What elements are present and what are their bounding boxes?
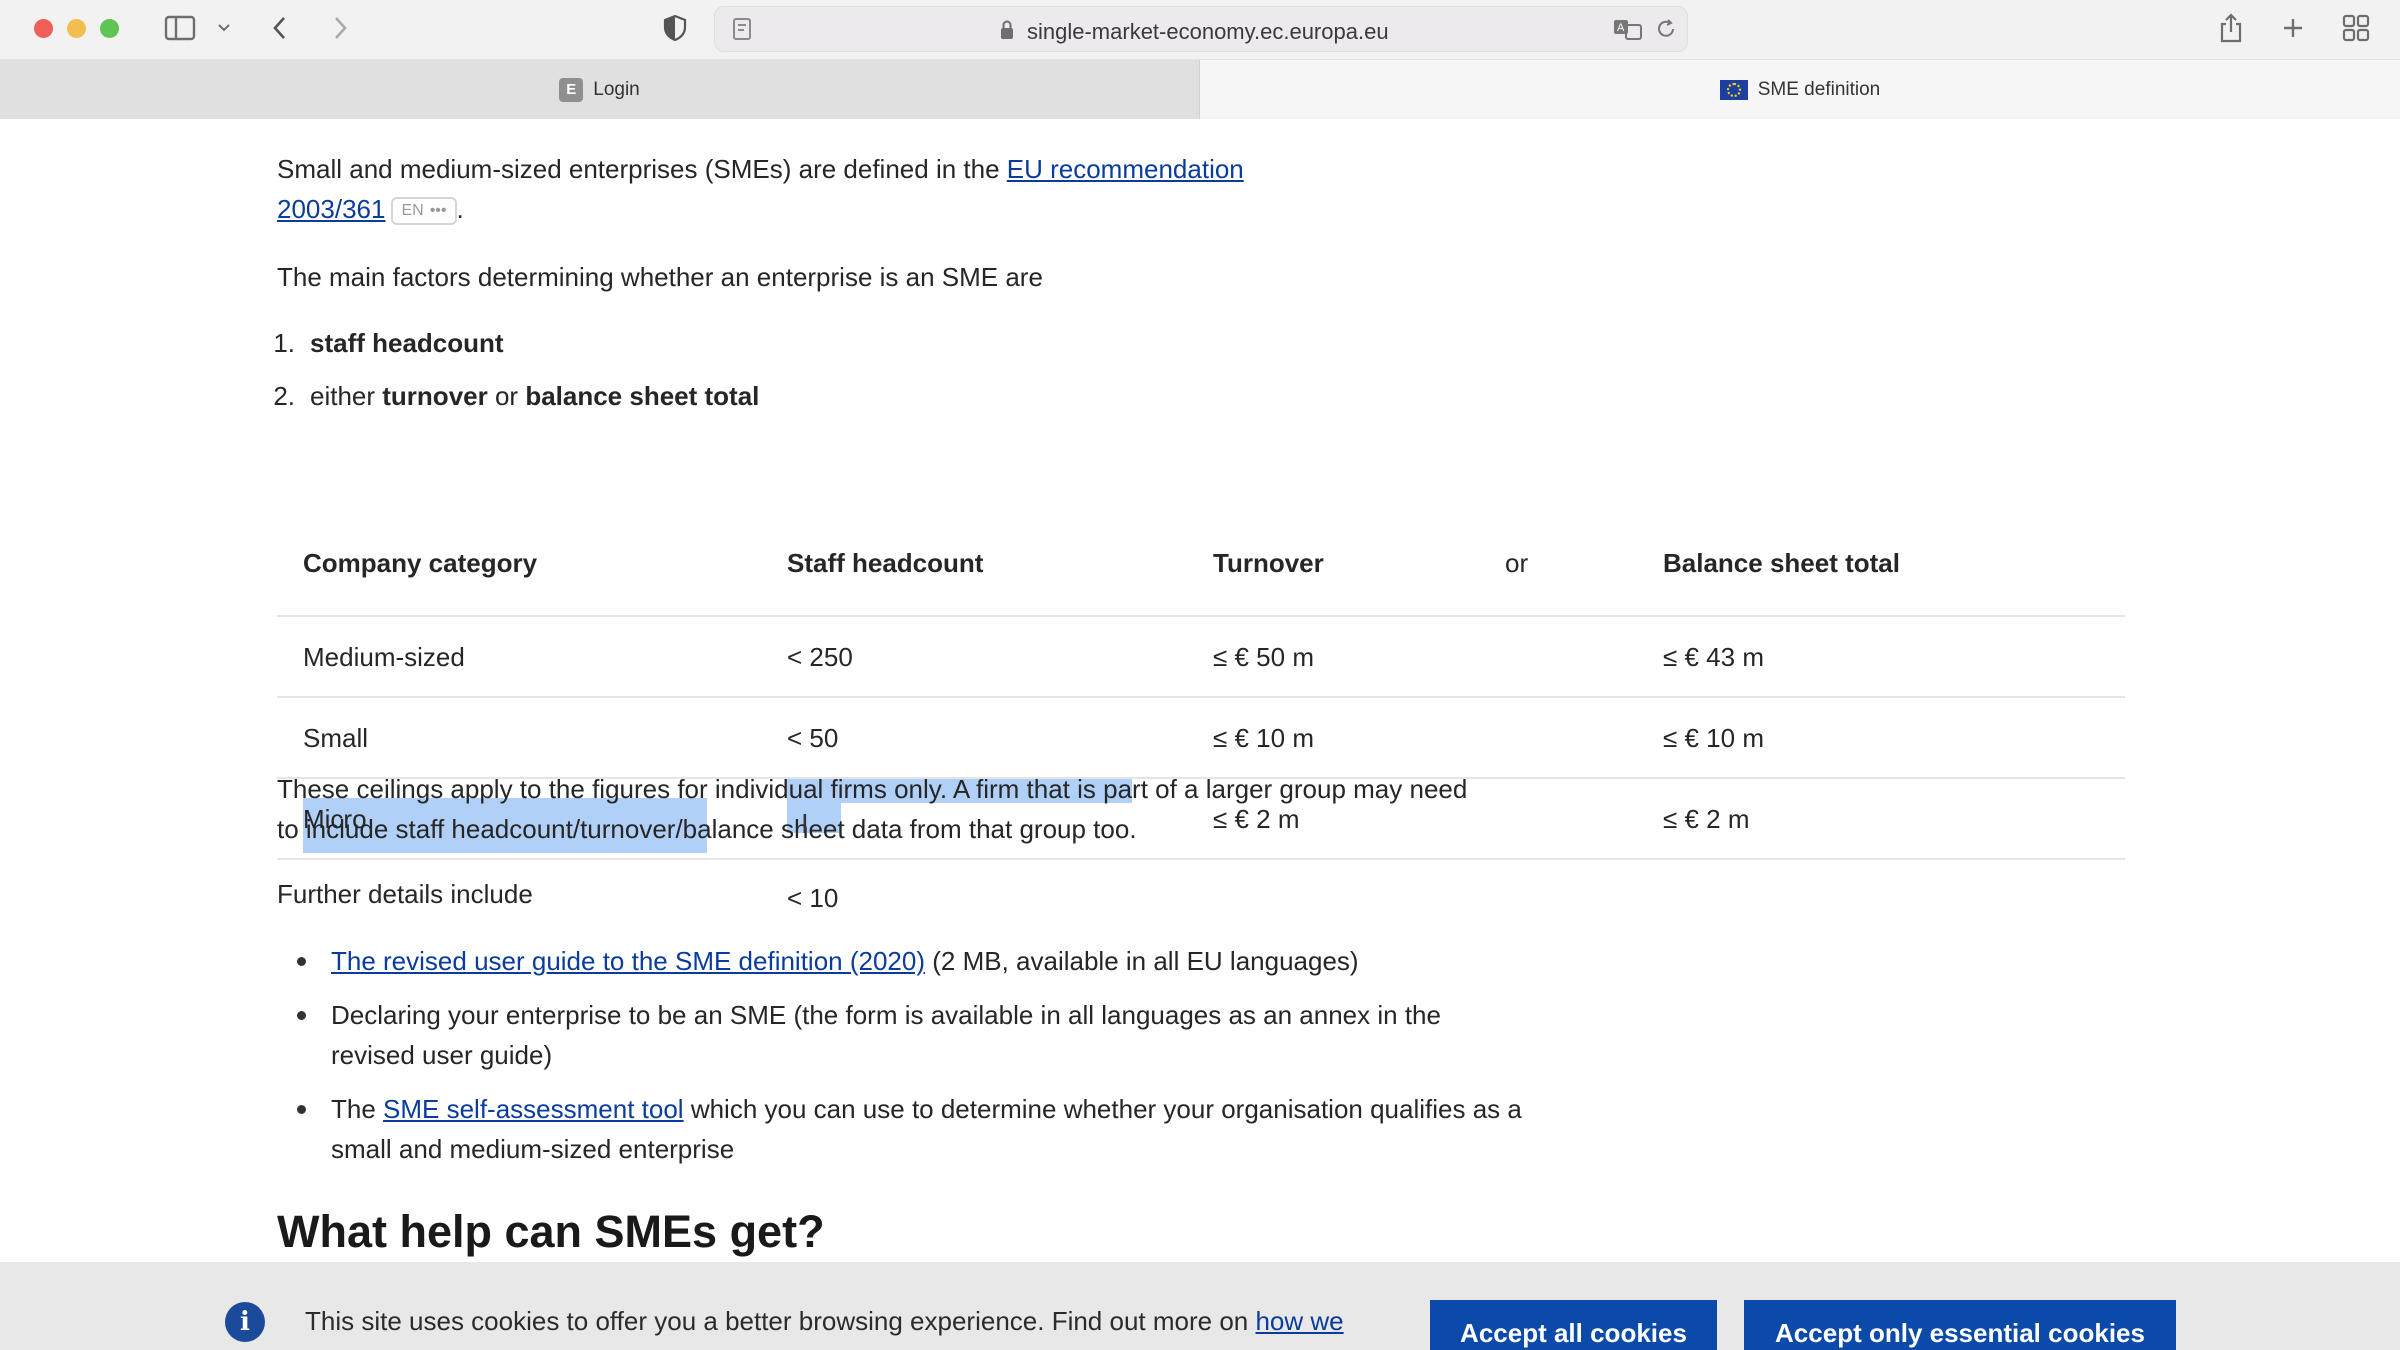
svg-text:A: A — [1617, 22, 1625, 34]
list-item-text: The — [331, 1094, 384, 1124]
reload-icon[interactable] — [1653, 13, 1679, 45]
list-number: 1. — [273, 328, 295, 358]
column-header: Staff headcount — [787, 548, 984, 578]
self-assessment-tool-link[interactable]: SME self-assessment tool — [383, 1094, 684, 1124]
zoom-window-button[interactable] — [100, 19, 119, 38]
intro-text: Small and medium-sized enterprises (SMEs… — [277, 154, 1007, 184]
login-favicon: E — [559, 77, 584, 102]
intro-paragraph: Small and medium-sized enterprises (SMEs… — [277, 149, 1327, 229]
table-cell: Micro — [303, 803, 367, 834]
table-header-row: Company category Staff headcount Turnove… — [277, 519, 2125, 617]
cookie-banner: i This site uses cookies to offer you a … — [0, 1262, 2400, 1350]
table-row: Micro < 10 I ≤ € 2 m ≤ € 2 m — [277, 779, 2125, 913]
factor-or: or — [487, 381, 526, 411]
tab-login[interactable]: E Login — [0, 60, 1200, 119]
more-languages-icon: ••• — [429, 202, 447, 219]
minimize-window-button[interactable] — [67, 19, 86, 38]
back-icon[interactable] — [268, 12, 292, 44]
table-cell: ≤ € 10 m — [1213, 722, 1314, 753]
address-bar[interactable]: single-market-economy.ec.europa.eu A — [714, 6, 1688, 52]
close-window-button[interactable] — [34, 19, 53, 38]
share-icon[interactable] — [2216, 12, 2246, 44]
tab-overview-icon[interactable] — [2340, 12, 2372, 44]
section-heading: What help can SMEs get? — [277, 1206, 825, 1257]
list-item: The revised user guide to the SME defini… — [277, 941, 1527, 981]
language-badge[interactable]: EN ••• — [391, 197, 457, 225]
table-cell: ≤ € 43 m — [1663, 641, 1764, 672]
table-cell: ≤ € 10 m — [1663, 722, 1764, 753]
cookie-text: This site uses cookies to offer you a be… — [305, 1306, 1256, 1336]
table-cell: < 250 — [787, 641, 853, 672]
user-guide-link[interactable]: The revised user guide to the SME defini… — [331, 946, 925, 976]
column-header: Turnover — [1213, 548, 1324, 578]
list-item: Declaring your enterprise to be an SME (… — [277, 995, 1527, 1075]
column-header: Company category — [303, 548, 538, 578]
details-list: The revised user guide to the SME defini… — [277, 941, 1527, 1183]
info-icon: i — [225, 1302, 265, 1342]
list-item-text: Declaring your enterprise to be an SME (… — [331, 1000, 1441, 1070]
column-header: or — [1505, 548, 1529, 578]
table-row: Small < 50 ≤ € 10 m ≤ € 10 m — [277, 698, 2125, 779]
table-cell: Medium-sized — [303, 641, 465, 672]
text-cursor-icon: I — [801, 810, 809, 840]
factor-staff-headcount: staff headcount — [310, 328, 504, 358]
url-text: single-market-economy.ec.europa.eu — [1027, 19, 1389, 44]
factor-prefix: either — [310, 381, 383, 411]
table-cell: < 50 — [787, 722, 839, 753]
intro-end: . — [456, 194, 464, 224]
factor-balance-sheet: balance sheet total — [525, 381, 760, 411]
forward-icon[interactable] — [328, 12, 352, 44]
sidebar-icon[interactable] — [162, 12, 198, 44]
tab-bar: E Login SME definition — [0, 60, 2400, 119]
list-number: 2. — [273, 381, 295, 411]
table-row: Medium-sized < 250 ≤ € 50 m ≤ € 43 m — [277, 617, 2125, 698]
sme-criteria-table: Company category Staff headcount Turnove… — [277, 519, 2125, 913]
chevron-down-icon[interactable] — [214, 12, 234, 44]
accept-essential-cookies-button[interactable]: Accept only essential cookies — [1744, 1300, 2176, 1350]
new-tab-icon[interactable] — [2278, 12, 2308, 44]
table-cell: ≤ € 50 m — [1213, 641, 1314, 672]
cookie-message: This site uses cookies to offer you a be… — [305, 1306, 1344, 1337]
tab-sme-definition[interactable]: SME definition — [1200, 60, 2400, 119]
factors-intro: The main factors determining whether an … — [277, 262, 1043, 292]
tab-label: SME definition — [1757, 78, 1881, 100]
table-cell: Small — [303, 722, 369, 753]
language-code: EN — [401, 202, 424, 219]
browser-toolbar: single-market-economy.ec.europa.eu A — [0, 0, 2400, 60]
tab-label: Login — [593, 78, 640, 100]
cookie-policy-link[interactable]: how we — [1255, 1306, 1343, 1336]
further-details-intro: Further details include — [277, 879, 533, 909]
list-item-text: (2 MB, available in all EU languages) — [925, 946, 1359, 976]
factor-turnover: turnover — [382, 381, 488, 411]
table-cell: < 10 — [787, 882, 839, 913]
list-item: The SME self-assessment tool which you c… — [277, 1089, 1527, 1169]
translate-icon[interactable]: A — [1611, 13, 1645, 45]
privacy-shield-icon[interactable] — [660, 12, 690, 44]
column-header: Balance sheet total — [1663, 548, 1900, 578]
lock-icon — [999, 19, 1015, 46]
eu-flag-icon — [1719, 79, 1748, 100]
page-info-icon[interactable] — [729, 13, 755, 45]
accept-all-cookies-button[interactable]: Accept all cookies — [1430, 1300, 1717, 1350]
